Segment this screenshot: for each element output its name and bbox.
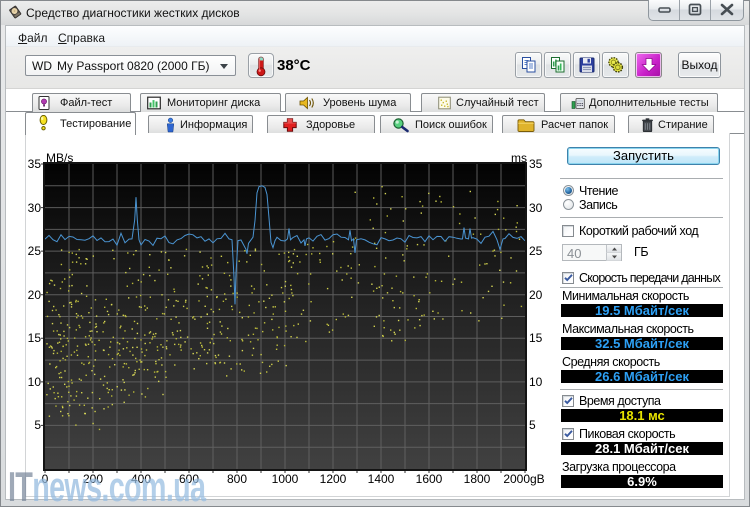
svg-text:1000: 1000 (272, 472, 299, 486)
svg-text:20: 20 (529, 288, 543, 302)
svg-text:35: 35 (529, 157, 543, 171)
svg-text:1200: 1200 (320, 472, 347, 486)
svg-text:25: 25 (529, 244, 543, 258)
svg-text:10: 10 (529, 375, 543, 389)
svg-text:5: 5 (529, 418, 536, 432)
svg-text:MB/s: MB/s (46, 151, 73, 165)
svg-text:30: 30 (529, 201, 543, 215)
svg-text:1800: 1800 (464, 472, 491, 486)
svg-text:15: 15 (529, 331, 543, 345)
svg-text:35: 35 (28, 157, 42, 171)
svg-text:2000gB: 2000gB (503, 472, 544, 486)
svg-text:10: 10 (28, 375, 42, 389)
svg-text:25: 25 (28, 244, 42, 258)
svg-text:20: 20 (28, 288, 42, 302)
svg-text:800: 800 (227, 472, 247, 486)
svg-text:30: 30 (28, 201, 42, 215)
svg-text:ms: ms (511, 151, 527, 165)
svg-text:15: 15 (28, 331, 42, 345)
svg-text:1400: 1400 (368, 472, 395, 486)
svg-text:5: 5 (34, 418, 41, 432)
svg-text:1600: 1600 (416, 472, 443, 486)
